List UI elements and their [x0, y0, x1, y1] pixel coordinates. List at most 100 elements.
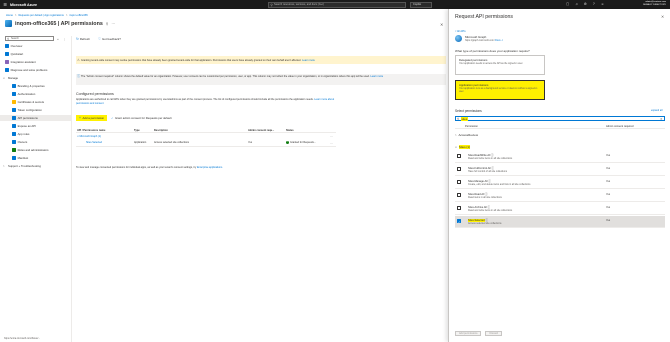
group-label: ∨ Microsoft Graph (1): [77, 135, 101, 138]
chevron-right-icon: >: [455, 133, 457, 137]
permission-name: Sites.Selected ⓘ: [468, 218, 488, 222]
expand-all-link[interactable]: expand all: [651, 109, 662, 112]
nav-quickstart[interactable]: Quickstart: [5, 52, 23, 56]
feedback-icon[interactable]: ☺: [601, 2, 604, 6]
row-more-icon[interactable]: ···: [330, 141, 333, 145]
settings-icon[interactable]: ⋮: [63, 37, 66, 41]
permission-desc: Have full control of all site collection…: [468, 170, 508, 173]
account-menu[interactable]: admin@contoso.com DEFAULT DIRECTORY: [643, 1, 666, 7]
api-docs-link[interactable]: Docs: [495, 39, 500, 42]
column-header[interactable]: Admin consent requ...: [248, 129, 274, 132]
global-search-input[interactable]: ⚲ Search resources, services, and docs (…: [268, 1, 406, 8]
permission-row[interactable]: Sites.Manage.All ⓘ Create, edit, and del…: [455, 177, 665, 189]
nav-authentication[interactable]: Authentication: [12, 92, 35, 96]
settings-icon[interactable]: ⚙: [584, 2, 587, 6]
api-permissions-blade: Home > Requests per default | App registr…: [0, 9, 448, 342]
permission-checkbox[interactable]: [457, 206, 461, 210]
nav-label: Manifest: [17, 156, 29, 160]
column-header[interactable]: Description: [154, 129, 168, 132]
breadcrumb-app[interactable]: inqom-office365: [69, 14, 87, 17]
info-learn-more-link[interactable]: Learn more: [370, 75, 383, 78]
nav-certificates[interactable]: Certificates & secrets: [12, 100, 44, 104]
nav-manifest[interactable]: Manifest: [12, 156, 28, 160]
nav-label: Overview: [10, 44, 23, 48]
nav-group-support[interactable]: > Support + Troubleshooting: [3, 164, 41, 168]
permission-row[interactable]: Sites.ReadWrite.All ⓘ Read and write ite…: [455, 151, 665, 163]
permission-row[interactable]: Sites.FullControl.All ⓘ Have full contro…: [455, 164, 665, 176]
close-panel-icon[interactable]: ✕: [661, 14, 664, 19]
menu-search-input[interactable]: ⚲ Search: [5, 36, 54, 41]
top-bar: ☰ Microsoft Azure ⚲ Search resources, se…: [0, 0, 670, 9]
api-url-line: https://graph.microsoft.com/ Docs ↗: [465, 39, 503, 42]
clear-search-icon[interactable]: ✕: [660, 117, 663, 121]
permission-checkbox[interactable]: [457, 180, 461, 184]
add-permission-button[interactable]: + Add a permission: [76, 115, 108, 121]
group-sites[interactable]: ∨ Sites (1): [455, 145, 471, 149]
breadcrumb-home[interactable]: Home: [6, 14, 13, 17]
add-permissions-button[interactable]: Add permissions: [455, 331, 482, 336]
nav-integration-assistant[interactable]: Integration assistant: [5, 60, 36, 64]
nav-owners[interactable]: Owners: [12, 140, 27, 144]
cloud-shell-icon[interactable]: ▢: [566, 2, 569, 6]
permission-checkbox[interactable]: [457, 167, 461, 171]
warning-learn-more-link[interactable]: Learn more: [302, 59, 315, 62]
brand-title[interactable]: Microsoft Azure: [10, 3, 37, 7]
permission-name: Sites.Read.All ⓘ: [468, 192, 488, 196]
discard-button[interactable]: Discard: [485, 331, 502, 336]
nav-overview[interactable]: Overview: [5, 44, 22, 48]
request-api-permissions-panel: Request API permissions ✕ < All APIs Mic…: [448, 9, 670, 342]
column-header[interactable]: Type: [134, 129, 140, 132]
nav-label: Branding & properties: [17, 84, 45, 88]
permission-name-link[interactable]: Sites.Selected: [86, 141, 102, 144]
nav-roles-admins[interactable]: Roles and administrators: [12, 148, 49, 152]
grant-admin-consent-button[interactable]: ✓ Grant admin consent for Requests per de…: [111, 116, 171, 120]
permission-search-input[interactable]: ⚲ sites ✕: [455, 116, 665, 121]
pin-icon[interactable]: ⚲: [106, 22, 109, 26]
nav-label: Token configuration: [17, 108, 42, 112]
delegated-permissions-card[interactable]: Delegated permissions Your application n…: [455, 55, 545, 75]
nav-token-configuration[interactable]: Token configuration: [12, 108, 42, 112]
admin-consent-value: Yes: [248, 140, 253, 144]
permission-checkbox-checked[interactable]: ✓: [457, 219, 461, 224]
nav-group-manage[interactable]: ∨ Manage: [3, 76, 18, 80]
nav-diagnose[interactable]: Diagnose and solve problems: [5, 68, 47, 72]
permission-type: Application: [134, 140, 147, 144]
permission-row[interactable]: Sites.Read.All ⓘ Read items in all site …: [455, 190, 665, 202]
nav-expose-api[interactable]: Expose an API: [12, 124, 36, 128]
column-header: Admin consent required: [606, 124, 634, 128]
permission-name: Sites.Manage.All ⓘ: [468, 179, 491, 183]
group-label: Sites (1): [458, 145, 471, 149]
nav-app-roles[interactable]: App roles: [12, 132, 29, 136]
chevron-right-icon: >: [3, 164, 5, 168]
permission-desc: Read and write items in all site collect…: [468, 209, 513, 212]
group-access-review[interactable]: > AccessReview: [455, 133, 478, 137]
nav-branding[interactable]: Branding & properties: [12, 84, 45, 88]
permission-checkbox[interactable]: [457, 193, 461, 197]
notifications-icon[interactable]: ♫: [575, 2, 578, 6]
column-header[interactable]: Status: [286, 129, 294, 132]
copilot-button[interactable]: Copilot: [410, 1, 432, 8]
help-icon[interactable]: ?: [593, 2, 595, 6]
breadcrumb-app-registrations[interactable]: Requests per default | App registrations: [18, 14, 63, 17]
permission-row[interactable]: Sites.Archive.All ⓘ Read and write items…: [455, 203, 665, 215]
group-more-icon[interactable]: ···: [330, 134, 333, 138]
menu-icon[interactable]: ☰: [0, 0, 10, 9]
permission-checkbox[interactable]: [457, 154, 461, 158]
all-apis-link[interactable]: < All APIs: [455, 30, 466, 33]
more-icon[interactable]: ···: [111, 22, 115, 26]
column-header[interactable]: API / Permissions name: [77, 129, 105, 132]
feedback-button[interactable]: ♡Got feedback?: [98, 37, 121, 41]
refresh-button[interactable]: ↻Refresh: [76, 37, 90, 41]
enterprise-applications-link[interactable]: Enterprise applications.: [197, 166, 223, 169]
column-header: Permission: [465, 124, 478, 128]
permission-desc: Read and write items in all site collect…: [468, 157, 513, 160]
breadcrumb: Home > Requests per default | App registr…: [6, 14, 88, 17]
permission-row-selected[interactable]: ✓ Sites.Selected ⓘ Access selected site …: [455, 216, 665, 228]
collapse-icon[interactable]: «: [57, 37, 59, 41]
close-blade-icon[interactable]: ✕: [440, 22, 443, 27]
nav-label: Quickstart: [10, 52, 24, 56]
nav-api-permissions[interactable]: API permissions: [0, 115, 71, 121]
application-permissions-card[interactable]: Application permissions Your application…: [455, 80, 545, 100]
panel-title: Request API permissions: [455, 14, 513, 20]
group-label: AccessReview: [458, 133, 479, 137]
